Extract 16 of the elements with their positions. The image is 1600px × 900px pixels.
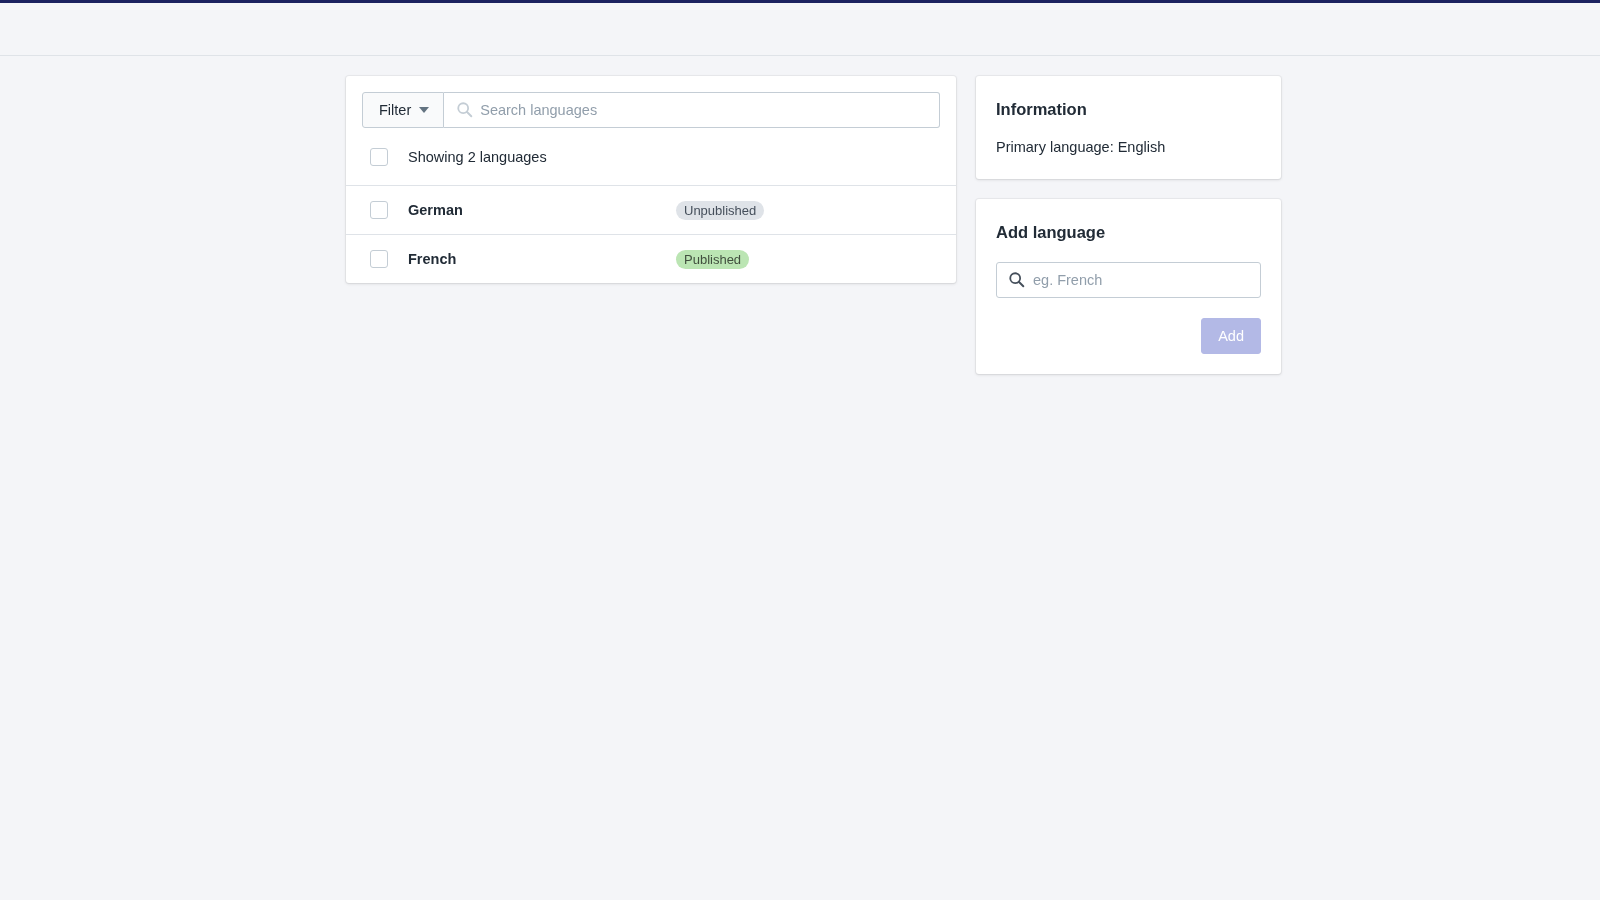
language-name: German xyxy=(408,202,464,218)
card-title: Information xyxy=(996,100,1088,119)
primary-language-text: Primary language: English xyxy=(996,139,1167,155)
filter-button[interactable]: Filter xyxy=(362,92,445,128)
card-title: Add language xyxy=(996,223,1107,242)
caret-icon xyxy=(419,107,430,113)
checkbox[interactable] xyxy=(370,147,388,166)
checkbox[interactable] xyxy=(370,250,388,268)
checkbox[interactable] xyxy=(370,201,388,219)
language-name: French xyxy=(408,251,458,267)
showing-count: Showing 2 languages xyxy=(408,148,547,165)
status-badge: Published xyxy=(676,249,750,269)
status-badge: Unpublished xyxy=(676,200,765,220)
search-icon xyxy=(1008,271,1026,289)
search-icon xyxy=(456,101,475,119)
search-field[interactable]: Search languages xyxy=(444,92,940,128)
